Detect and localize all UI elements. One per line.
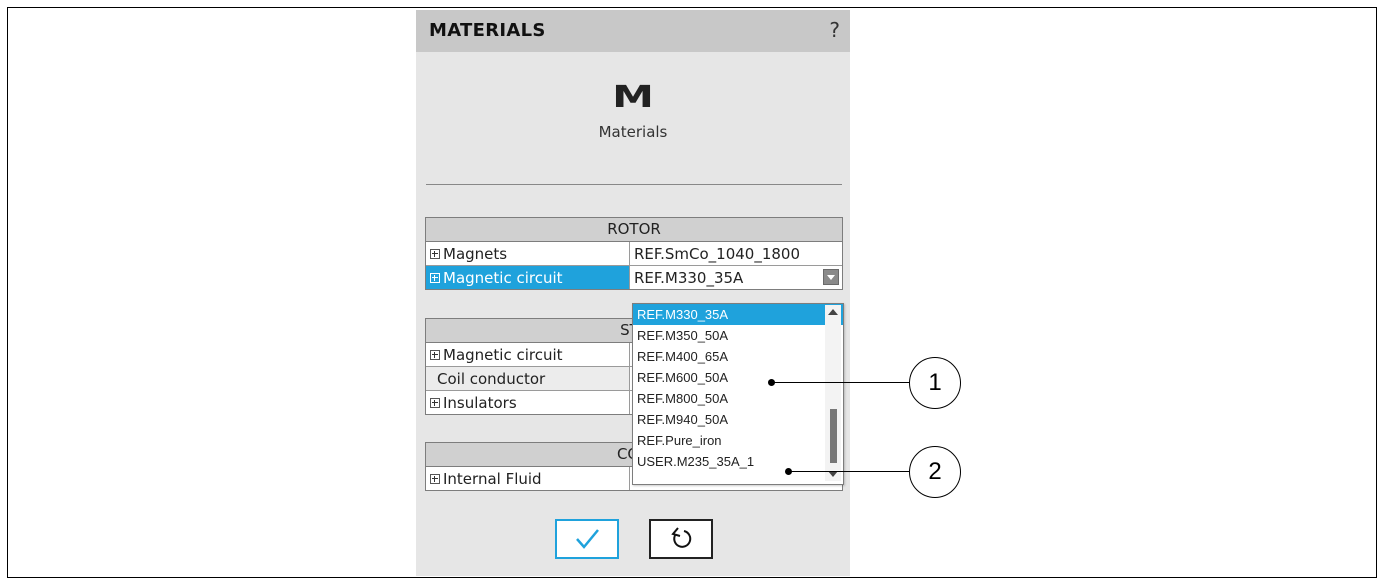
rotor-magnetic-circuit-label: Magnetic circuit bbox=[443, 268, 563, 287]
dropdown-option[interactable]: REF.M600_50A bbox=[633, 367, 843, 388]
chevron-down-icon[interactable] bbox=[823, 269, 839, 285]
stator-coil-conductor-label-cell[interactable]: Coil conductor bbox=[426, 367, 630, 390]
rotor-magnets-label: Magnets bbox=[443, 244, 508, 263]
reset-icon bbox=[671, 527, 692, 548]
stator-magnetic-circuit-label: Magnetic circuit bbox=[443, 345, 563, 364]
materials-panel: MATERIALS ? M Materials bbox=[416, 10, 850, 576]
material-dropdown-list[interactable]: REF.M330_35A REF.M350_50A REF.M400_65A R… bbox=[632, 303, 844, 485]
expand-icon[interactable] bbox=[430, 349, 440, 360]
expand-icon[interactable] bbox=[430, 473, 440, 484]
expand-icon[interactable] bbox=[430, 397, 440, 408]
rotor-magnetic-circuit-select[interactable]: REF.M330_35A bbox=[630, 266, 842, 289]
scrollbar-thumb[interactable] bbox=[830, 409, 837, 463]
dropdown-option[interactable]: REF.M350_50A bbox=[633, 325, 843, 346]
divider bbox=[426, 184, 842, 185]
reset-button[interactable] bbox=[649, 519, 713, 559]
stator-insulators-label: Insulators bbox=[443, 393, 517, 412]
scroll-up-icon[interactable] bbox=[828, 309, 838, 315]
materials-logo: M Materials bbox=[416, 83, 850, 142]
materials-logo-label: Materials bbox=[598, 123, 668, 141]
panel-title: MATERIALS bbox=[429, 20, 546, 41]
check-icon bbox=[576, 529, 599, 549]
stator-coil-conductor-label: Coil conductor bbox=[437, 369, 546, 388]
panel-header: MATERIALS ? bbox=[416, 10, 850, 52]
expand-icon[interactable] bbox=[430, 272, 440, 283]
rotor-section: ROTOR Magnets REF.SmCo_1040_1800 Magneti… bbox=[425, 217, 843, 290]
confirm-button[interactable] bbox=[555, 519, 619, 559]
dropdown-option[interactable]: REF.M940_50A bbox=[633, 409, 843, 430]
help-button[interactable]: ? bbox=[829, 18, 840, 42]
dropdown-option[interactable]: REF.M330_35A bbox=[633, 304, 843, 325]
dropdown-option[interactable]: REF.M800_50A bbox=[633, 388, 843, 409]
rotor-row-magnetic-circuit[interactable]: Magnetic circuit REF.M330_35A bbox=[426, 266, 842, 289]
callout-2-marker: 2 bbox=[909, 446, 961, 498]
rotor-magnets-label-cell[interactable]: Magnets bbox=[426, 242, 630, 265]
materials-logo-icon: M bbox=[612, 80, 654, 115]
stator-insulators-label-cell[interactable]: Insulators bbox=[426, 391, 630, 414]
dropdown-option[interactable]: REF.M400_65A bbox=[633, 346, 843, 367]
rotor-magnetic-circuit-label-cell[interactable]: Magnetic circuit bbox=[426, 266, 630, 289]
rotor-magnetic-circuit-value: REF.M330_35A bbox=[634, 268, 744, 287]
dropdown-option[interactable]: REF.Pure_iron bbox=[633, 430, 843, 451]
callout-1-line bbox=[772, 382, 909, 383]
rotor-section-title: ROTOR bbox=[426, 218, 842, 242]
rotor-row-magnets[interactable]: Magnets REF.SmCo_1040_1800 bbox=[426, 242, 842, 266]
cooling-internal-fluid-label-cell[interactable]: Internal Fluid bbox=[426, 467, 630, 490]
cooling-internal-fluid-label: Internal Fluid bbox=[443, 469, 542, 488]
stator-magnetic-circuit-label-cell[interactable]: Magnetic circuit bbox=[426, 343, 630, 366]
callout-1-marker: 1 bbox=[909, 357, 961, 409]
rotor-magnets-value[interactable]: REF.SmCo_1040_1800 bbox=[630, 242, 842, 265]
dropdown-scrollbar[interactable] bbox=[825, 305, 841, 481]
dropdown-option[interactable]: USER.M235_35A_1 bbox=[633, 451, 843, 472]
expand-icon[interactable] bbox=[430, 248, 440, 259]
callout-2-line bbox=[789, 471, 909, 472]
